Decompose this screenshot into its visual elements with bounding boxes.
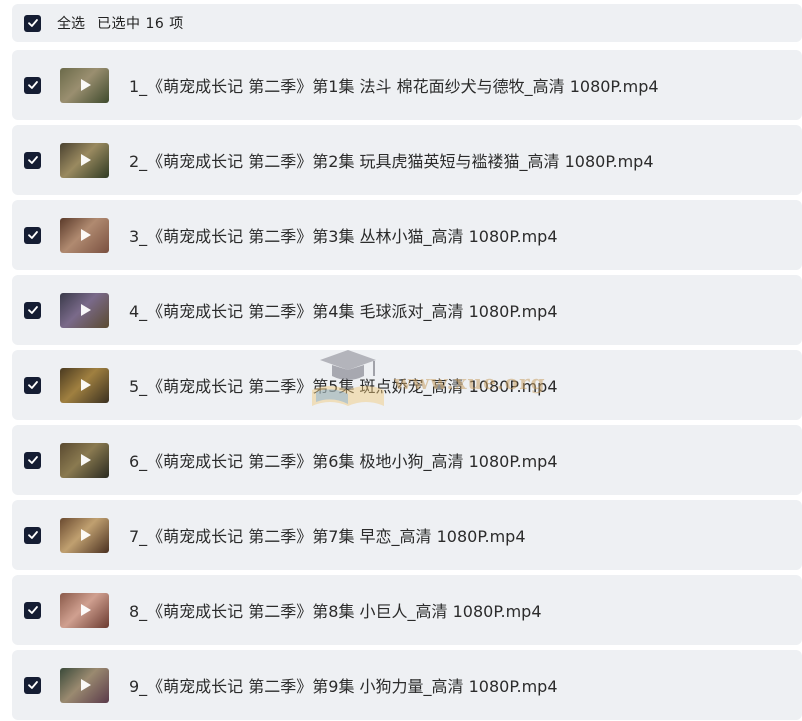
video-thumbnail[interactable] xyxy=(60,592,109,628)
video-thumbnail[interactable] xyxy=(60,292,109,328)
checkmark-icon xyxy=(27,606,38,614)
play-icon xyxy=(80,379,91,391)
file-row[interactable]: 8_《萌宠成长记 第二季》第8集 小巨人_高清 1080P.mp4 xyxy=(12,575,802,645)
play-icon xyxy=(80,154,91,166)
file-checkbox[interactable] xyxy=(24,226,41,244)
file-checkbox[interactable] xyxy=(24,376,41,394)
checkmark-icon xyxy=(27,381,38,389)
file-checkbox[interactable] xyxy=(24,151,41,169)
file-selection-list-view: 全选 已选中 16 项 1_《萌宠成长记 第二季》第1集 法斗 棉花面纱犬与德牧… xyxy=(0,0,802,721)
select-all-label[interactable]: 全选 xyxy=(57,13,85,33)
file-checkbox[interactable] xyxy=(24,526,41,544)
video-thumbnail[interactable] xyxy=(60,142,109,178)
play-icon xyxy=(80,604,91,616)
file-row[interactable]: 2_《萌宠成长记 第二季》第2集 玩具虎猫英短与褴褛猫_高清 1080P.mp4 xyxy=(12,125,802,195)
file-row[interactable]: 9_《萌宠成长记 第二季》第9集 小狗力量_高清 1080P.mp4 xyxy=(12,650,802,720)
file-row[interactable]: 7_《萌宠成长记 第二季》第7集 早恋_高清 1080P.mp4 xyxy=(12,500,802,570)
file-name: 6_《萌宠成长记 第二季》第6集 极地小狗_高清 1080P.mp4 xyxy=(129,452,558,471)
file-checkbox[interactable] xyxy=(24,601,41,619)
file-checkbox[interactable] xyxy=(24,451,41,469)
checkmark-icon xyxy=(27,231,38,239)
file-name: 4_《萌宠成长记 第二季》第4集 毛球派对_高清 1080P.mp4 xyxy=(129,302,558,321)
video-thumbnail[interactable] xyxy=(60,217,109,253)
play-icon xyxy=(80,79,91,91)
play-icon xyxy=(80,229,91,241)
video-thumbnail[interactable] xyxy=(60,517,109,553)
file-row[interactable]: 5_《萌宠成长记 第二季》第5集 斑点娇宠_高清 1080P.mp4 xyxy=(12,350,802,420)
file-name: 7_《萌宠成长记 第二季》第7集 早恋_高清 1080P.mp4 xyxy=(129,527,526,546)
file-checkbox[interactable] xyxy=(24,676,41,694)
checkmark-icon xyxy=(27,531,38,539)
checkmark-icon xyxy=(27,306,38,314)
file-row[interactable]: 1_《萌宠成长记 第二季》第1集 法斗 棉花面纱犬与德牧_高清 1080P.mp… xyxy=(12,50,802,120)
play-icon xyxy=(80,529,91,541)
file-checkbox[interactable] xyxy=(24,301,41,319)
play-icon xyxy=(80,304,91,316)
file-row[interactable]: 6_《萌宠成长记 第二季》第6集 极地小狗_高清 1080P.mp4 xyxy=(12,425,802,495)
file-name: 9_《萌宠成长记 第二季》第9集 小狗力量_高清 1080P.mp4 xyxy=(129,677,558,696)
file-name: 8_《萌宠成长记 第二季》第8集 小巨人_高清 1080P.mp4 xyxy=(129,602,542,621)
video-thumbnail[interactable] xyxy=(60,667,109,703)
checkmark-icon xyxy=(27,681,38,689)
play-icon xyxy=(80,679,91,691)
video-thumbnail[interactable] xyxy=(60,367,109,403)
selected-count-text: 已选中 16 项 xyxy=(97,16,184,32)
checkmark-icon xyxy=(27,19,38,27)
video-thumbnail[interactable] xyxy=(60,442,109,478)
file-checkbox[interactable] xyxy=(24,76,41,94)
file-row[interactable]: 3_《萌宠成长记 第二季》第3集 丛林小猫_高清 1080P.mp4 xyxy=(12,200,802,270)
select-all-checkbox[interactable] xyxy=(24,14,41,32)
select-all-bar: 全选 已选中 16 项 xyxy=(12,4,802,42)
checkmark-icon xyxy=(27,156,38,164)
video-thumbnail[interactable] xyxy=(60,67,109,103)
play-icon xyxy=(80,454,91,466)
file-name: 5_《萌宠成长记 第二季》第5集 斑点娇宠_高清 1080P.mp4 xyxy=(129,377,558,396)
checkmark-icon xyxy=(27,456,38,464)
checkmark-icon xyxy=(27,81,38,89)
file-name: 2_《萌宠成长记 第二季》第2集 玩具虎猫英短与褴褛猫_高清 1080P.mp4 xyxy=(129,152,654,171)
file-name: 1_《萌宠成长记 第二季》第1集 法斗 棉花面纱犬与德牧_高清 1080P.mp… xyxy=(129,77,659,96)
file-name: 3_《萌宠成长记 第二季》第3集 丛林小猫_高清 1080P.mp4 xyxy=(129,227,558,246)
file-row[interactable]: 4_《萌宠成长记 第二季》第4集 毛球派对_高清 1080P.mp4 xyxy=(12,275,802,345)
